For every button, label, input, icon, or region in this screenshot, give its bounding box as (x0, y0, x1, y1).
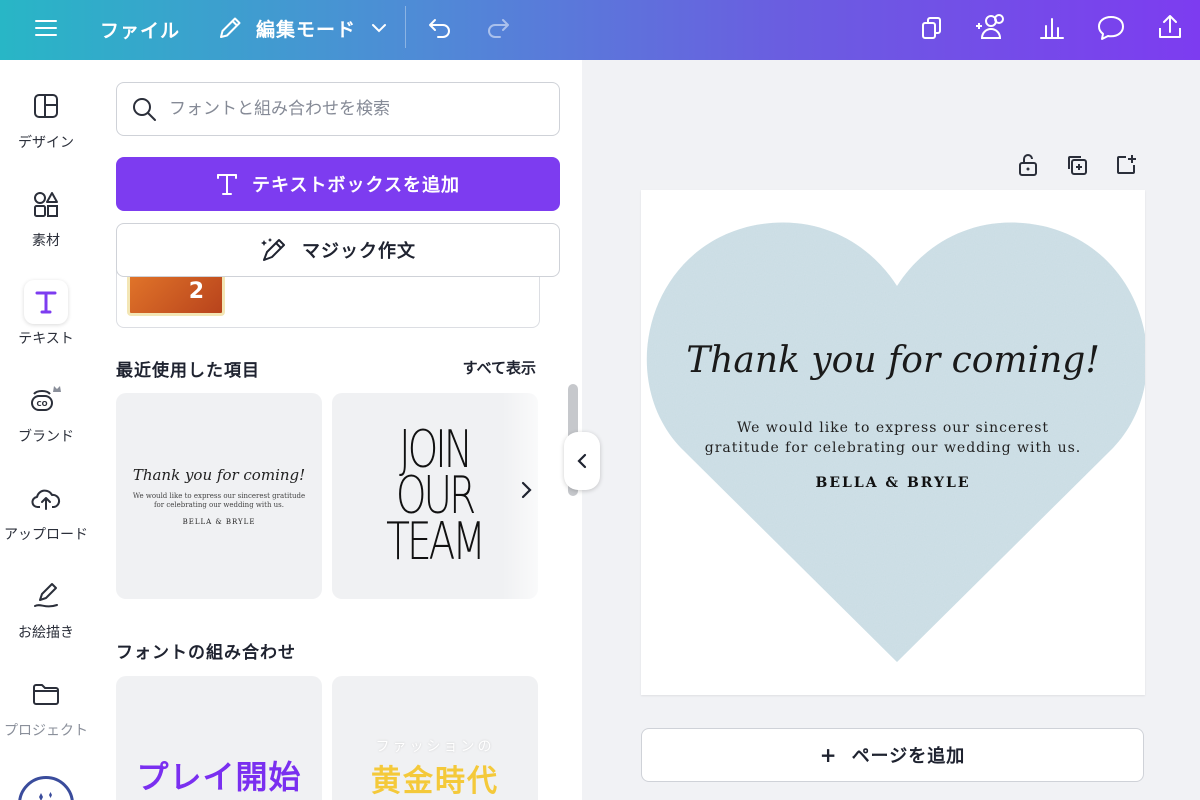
duplicate-page-icon[interactable] (1063, 150, 1091, 180)
add-page-icon[interactable] (1112, 150, 1140, 180)
magic-apps-icon[interactable] (18, 776, 74, 800)
plus-icon: + (819, 743, 838, 767)
combo2-maintext: 黄金時代 (371, 764, 499, 799)
rail-label-draw: お絵描き (18, 625, 74, 641)
text-icon (24, 280, 68, 324)
canvas-names[interactable]: BELLA & BRYLE (641, 475, 1145, 491)
lock-icon[interactable] (1014, 150, 1042, 180)
add-page-label: ページを追加 (851, 746, 966, 767)
canvas-body-line-2: gratitude for celebrating our wedding wi… (704, 440, 1082, 456)
rail-label-brand: ブランド (18, 429, 74, 445)
top-toolbar: ファイル 編集モード (0, 0, 1200, 60)
rail-item-projects[interactable]: プロジェクト (0, 672, 92, 740)
comment-icon[interactable] (1096, 14, 1126, 42)
rail-label-projects: プロジェクト (4, 723, 88, 739)
partial-template-card[interactable]: 2 (116, 270, 540, 328)
combos-section-title: フォントの組み合わせ (116, 643, 296, 663)
add-page-button[interactable]: + ページを追加 (641, 728, 1144, 782)
rail-item-text[interactable]: テキスト (0, 280, 92, 348)
text-panel: テキストボックスを追加 2 マジック作文 最近使用した項目 すべて表示 Than… (92, 60, 582, 800)
join-text: JOIN OUR TEAM (386, 424, 487, 572)
rail-label-elements: 素材 (32, 233, 60, 249)
menu-icon[interactable] (34, 16, 58, 40)
rail-label-upload: アップロード (4, 527, 88, 543)
rail-item-upload[interactable]: アップロード (0, 476, 92, 544)
svg-text:CO: CO (36, 400, 47, 408)
search-icon (131, 96, 157, 122)
toolbar-divider (405, 6, 406, 48)
font-combo-card-2[interactable]: ファッションの 黄金時代 (332, 676, 538, 800)
magic-wand-icon (260, 236, 288, 264)
see-all-link[interactable]: すべて表示 (463, 357, 536, 378)
combo1-text: プレイ開始 (136, 758, 302, 796)
upload-icon (24, 476, 68, 520)
recent-card-thank-you[interactable]: Thank you for coming! We would like to e… (116, 393, 322, 599)
rail-label-design: デザイン (18, 135, 74, 151)
file-menu[interactable]: ファイル (100, 16, 180, 43)
redo-icon[interactable] (484, 14, 512, 42)
canvas-body-line-1: We would like to express our sincerest (736, 420, 1050, 436)
pencil-icon (216, 14, 244, 42)
undo-icon[interactable] (426, 14, 454, 42)
insights-chart-icon[interactable] (1038, 14, 1066, 42)
search-input[interactable] (169, 99, 559, 119)
magic-write-button[interactable]: マジック作文 (116, 223, 560, 277)
card-title: Thank you for coming! (132, 465, 306, 484)
brand-icon: CO (24, 378, 68, 422)
layout-icon (24, 84, 68, 128)
add-textbox-label: テキストボックスを追加 (252, 175, 460, 196)
rail-label-text: テキスト (18, 331, 74, 347)
design-page[interactable]: Thank you for coming! We would like to e… (641, 190, 1145, 695)
font-combo-card-1[interactable]: プレイ開始 (116, 676, 322, 800)
resize-copy-icon[interactable] (918, 14, 946, 42)
combo2-subtext: ファッションの (375, 739, 495, 755)
text-t-icon (216, 172, 238, 196)
edit-mode-dropdown[interactable]: 編集モード (216, 14, 388, 42)
font-search-box[interactable] (116, 82, 560, 136)
folder-icon (24, 672, 68, 716)
add-textbox-button[interactable]: テキストボックスを追加 (116, 157, 560, 211)
chevron-left-icon (577, 453, 587, 469)
elements-icon (24, 182, 68, 226)
draw-icon (24, 574, 68, 618)
carousel-next-icon[interactable] (520, 480, 534, 506)
join-line-3: TEAM (386, 512, 487, 572)
recent-section-title: 最近使用した項目 (116, 361, 260, 381)
rail-item-brand[interactable]: CO ブランド (0, 378, 92, 446)
collapse-panel-button[interactable] (564, 432, 600, 490)
magic-write-label: マジック作文 (302, 241, 416, 262)
left-rail: デザイン 素材 テキスト CO ブランド アップロード お絵描き プロジェクト (0, 60, 92, 800)
edit-mode-label: 編集モード (256, 18, 357, 41)
card-names: BELLA & BRYLE (182, 518, 256, 527)
share-people-icon[interactable] (974, 12, 1008, 42)
canvas-title[interactable]: Thank you for coming! (641, 340, 1145, 381)
rail-item-elements[interactable]: 素材 (0, 182, 92, 250)
share-upload-icon[interactable] (1156, 12, 1184, 42)
rail-item-design[interactable]: デザイン (0, 84, 92, 152)
rail-item-draw[interactable]: お絵描き (0, 574, 92, 642)
canvas-body[interactable]: We would like to express our sincerest g… (641, 418, 1145, 458)
card-body: We would like to express our sincerest g… (132, 491, 306, 509)
chevron-down-icon (370, 19, 388, 37)
